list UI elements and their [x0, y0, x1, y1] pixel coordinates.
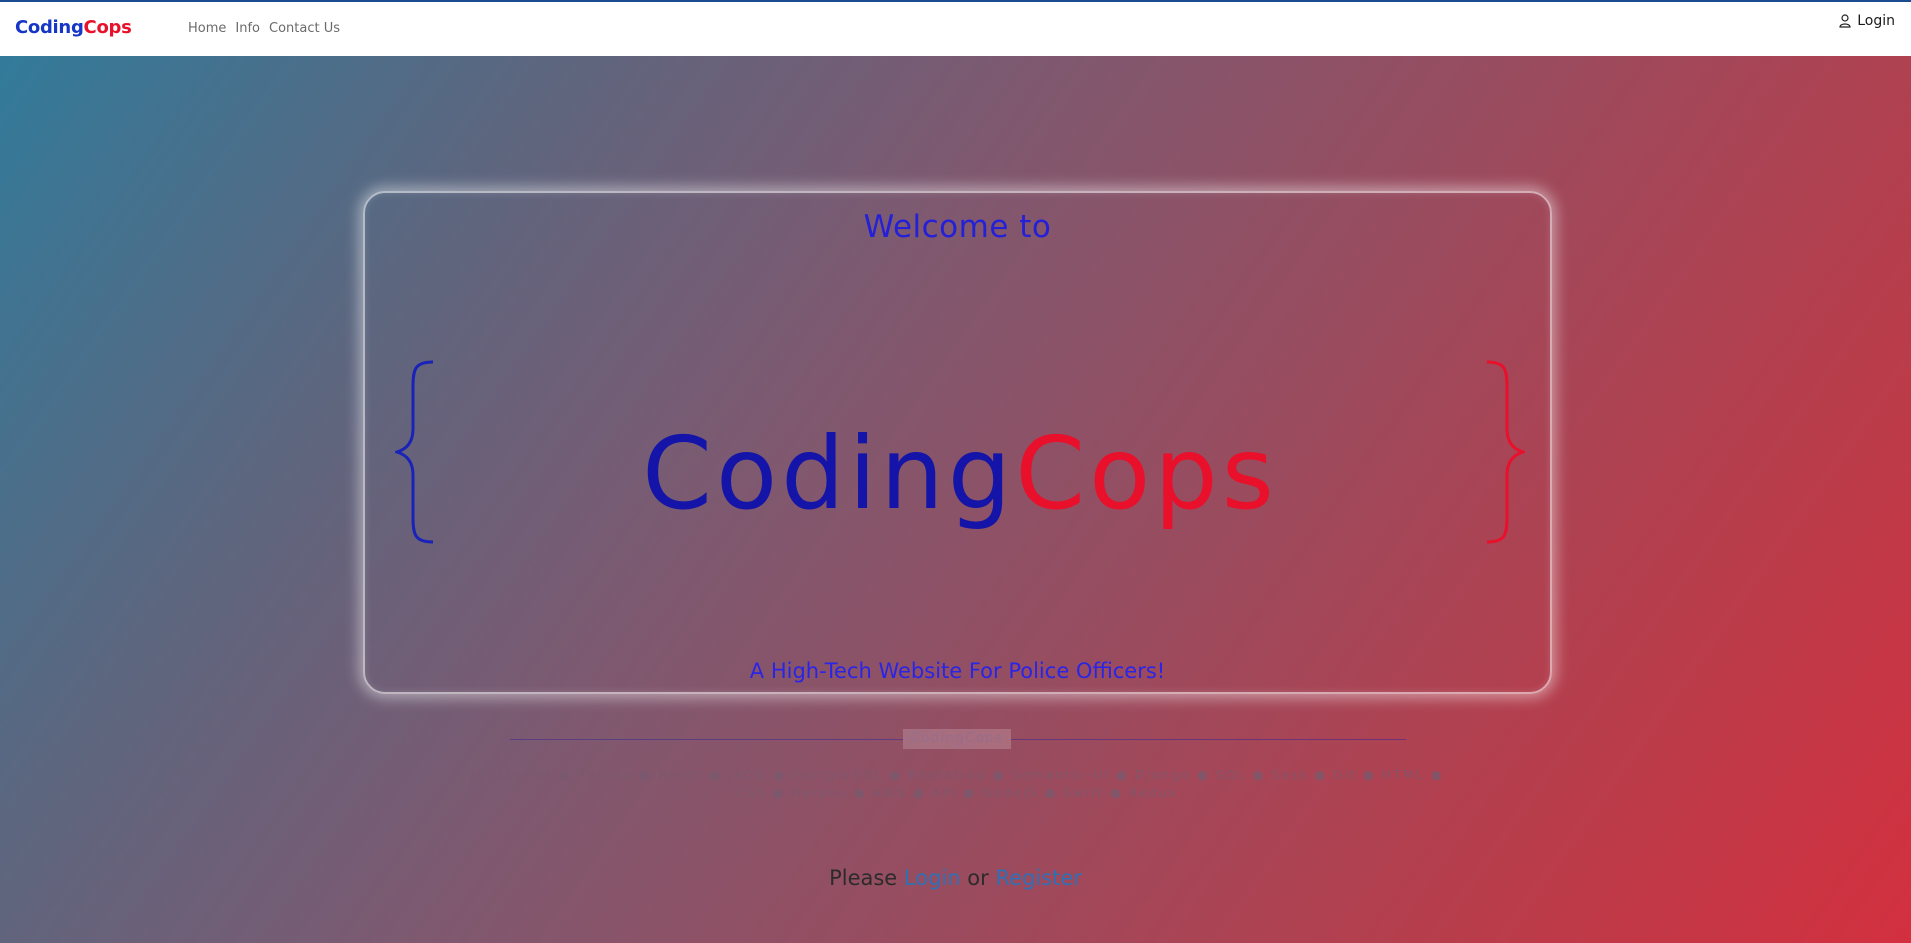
cta-prefix: Please	[829, 866, 898, 890]
nav-links: Home Info Contact Us	[188, 21, 340, 36]
page: CodingCops Home Info Contact Us Login We…	[0, 0, 1911, 943]
brand-part-coding: Coding	[15, 17, 84, 38]
divider-line-right	[1011, 739, 1406, 740]
left-brace-icon	[395, 360, 434, 544]
nav-link-contact-us[interactable]: Contact Us	[269, 21, 340, 36]
nav-login-label: Login	[1857, 13, 1895, 29]
user-icon	[1839, 14, 1851, 28]
navbar: CodingCops Home Info Contact Us Login	[0, 0, 1911, 56]
brand-logo-link[interactable]: CodingCops	[15, 17, 132, 38]
hero-card: Welcome to CodingCops A High-Tech Websit…	[363, 191, 1552, 694]
divider-label: CodingCops	[903, 729, 1011, 749]
cta-middle: or	[967, 866, 989, 890]
welcome-heading: Welcome to	[863, 209, 1052, 245]
login-register-prompt: Please Login or Register	[0, 866, 1911, 890]
divider-line-left	[510, 739, 903, 740]
tech-list-line-1: JavaScript ● Python ● React ● JSON ● Pos…	[470, 767, 1444, 782]
nav-link-home[interactable]: Home	[188, 21, 226, 36]
brand-part-cops: Cops	[83, 17, 132, 38]
cta-login-link[interactable]: Login	[904, 866, 961, 890]
hero-tagline: A High-Tech Website For Police Officers!	[749, 659, 1166, 683]
logo-part-cops: Cops	[1015, 415, 1278, 532]
nav-login-link[interactable]: Login	[1839, 13, 1895, 29]
logo-part-coding: Coding	[642, 415, 1015, 532]
tech-list-line-2: CSS ● Heroku ● AWS ● API ● NodeJS ● Swif…	[735, 785, 1179, 800]
svg-text:CodingCops: CodingCops	[642, 415, 1278, 532]
hero-logo: CodingCops	[395, 360, 1525, 544]
nav-link-info[interactable]: Info	[235, 21, 260, 36]
right-brace-icon	[1486, 360, 1525, 544]
cta-register-link[interactable]: Register	[995, 866, 1081, 890]
